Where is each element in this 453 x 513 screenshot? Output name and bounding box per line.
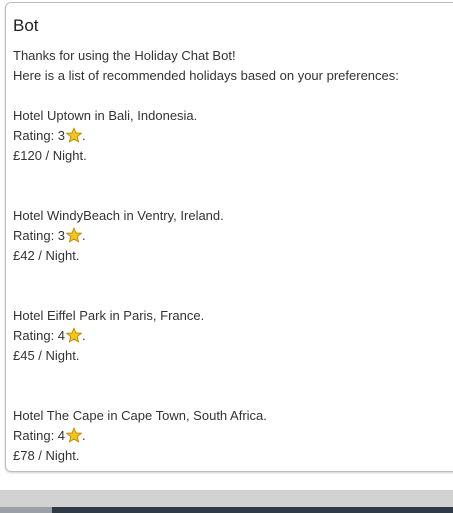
hotel-price: £120 / Night. (13, 148, 87, 163)
rating-text: Rating: 3 (13, 128, 66, 143)
rating-text: Rating: 3 (13, 228, 66, 243)
page: Bot Thanks for using the Holiday Chat Bo… (0, 0, 453, 513)
message-body: Thanks for using the Holiday Chat Bot! H… (13, 46, 453, 466)
star-icon (66, 227, 82, 243)
hotel-name: Hotel Uptown in Bali, Indonesia. (13, 108, 198, 123)
intro-line: Here is a list of recommended holidays b… (13, 68, 399, 83)
rating-suffix: . (82, 328, 86, 343)
rating-suffix: . (82, 428, 86, 443)
hotel-price: £45 / Night. (13, 348, 80, 363)
rating-suffix: . (82, 128, 86, 143)
hotel-name: Hotel The Cape in Cape Town, South Afric… (13, 408, 267, 423)
hotel-price: £42 / Night. (13, 248, 80, 263)
hotel-rating: Rating: 4. (13, 326, 453, 346)
hotel-rating: Rating: 4. (13, 426, 453, 446)
hotel-name: Hotel WindyBeach in Ventry, Ireland. (13, 208, 224, 223)
star-icon (66, 327, 82, 343)
bottom-dark-strip (52, 507, 453, 513)
star-icon (66, 427, 82, 443)
star-icon (66, 127, 82, 143)
bottom-left-strip (0, 507, 52, 513)
hotel-rating: Rating: 3. (13, 126, 453, 146)
rating-suffix: . (82, 228, 86, 243)
hotel-price: £78 / Night. (13, 448, 80, 463)
hotel-rating: Rating: 3. (13, 226, 453, 246)
intro-line: Thanks for using the Holiday Chat Bot! (13, 48, 236, 63)
bot-message-card: Bot Thanks for using the Holiday Chat Bo… (5, 2, 453, 472)
rating-text: Rating: 4 (13, 428, 66, 443)
rating-text: Rating: 4 (13, 328, 66, 343)
message-sender: Bot (13, 16, 39, 35)
hotel-name: Hotel Eiffel Park in Paris, France. (13, 308, 205, 323)
